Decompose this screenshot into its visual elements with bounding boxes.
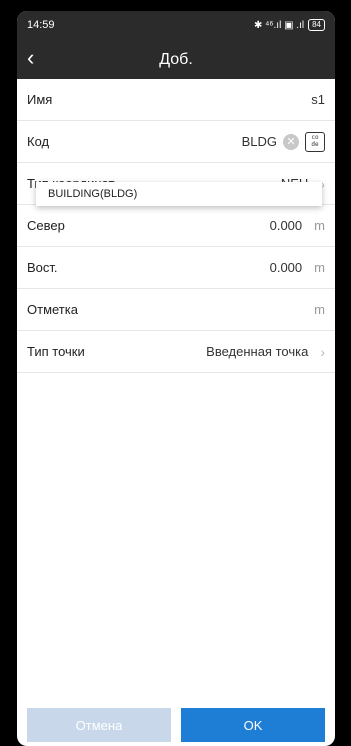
cancel-button[interactable]: Отмена (27, 708, 171, 742)
point-type-value: Введенная точка (206, 344, 309, 359)
status-time: 14:59 (27, 19, 55, 31)
field-label: Отметка (27, 302, 78, 317)
clear-icon[interactable]: ✕ (283, 133, 299, 150)
code-library-icon[interactable]: co de (305, 131, 325, 152)
field-row-north[interactable]: Север 0.000 m (17, 205, 335, 247)
field-row-name[interactable]: Имя s1 (17, 79, 335, 121)
title-bar: ‹ Доб. (17, 39, 335, 79)
north-input[interactable]: 0.000 (270, 218, 303, 233)
unit-label: m (314, 218, 325, 233)
field-label: Тип точки (27, 344, 85, 359)
code-suggestion-item[interactable]: BUILDING(BLDG) (36, 182, 322, 206)
field-row-east[interactable]: Вост. 0.000 m (17, 247, 335, 289)
battery-icon: 84 (308, 19, 325, 31)
chevron-right-icon: › (320, 343, 325, 360)
page-title: Доб. (159, 51, 193, 68)
field-row-elevation[interactable]: Отметка m (17, 289, 335, 331)
unit-label: m (314, 302, 325, 317)
ok-button[interactable]: OK (181, 708, 325, 742)
name-input[interactable]: s1 (311, 92, 325, 107)
footer-actions: Отмена OK (17, 704, 335, 746)
signal-icons: ✱ ⁴⁶.ıl ▣ .ıl (253, 19, 305, 31)
field-row-code[interactable]: Код BLDG ✕ co de (17, 121, 335, 163)
field-label: Код (27, 134, 50, 149)
field-label: Имя (27, 92, 53, 107)
phone-screen: 14:59 ✱ ⁴⁶.ıl ▣ .ıl 84 ‹ Доб. Имя s1 Код… (17, 11, 335, 746)
east-input[interactable]: 0.000 (270, 260, 303, 275)
unit-label: m (314, 260, 325, 275)
code-input[interactable]: BLDG (242, 134, 277, 149)
status-bar: 14:59 ✱ ⁴⁶.ıl ▣ .ıl 84 (17, 11, 335, 39)
field-label: Вост. (27, 260, 58, 275)
field-label: Север (27, 218, 65, 233)
field-row-point-type[interactable]: Тип точки Введенная точка › (17, 331, 335, 373)
